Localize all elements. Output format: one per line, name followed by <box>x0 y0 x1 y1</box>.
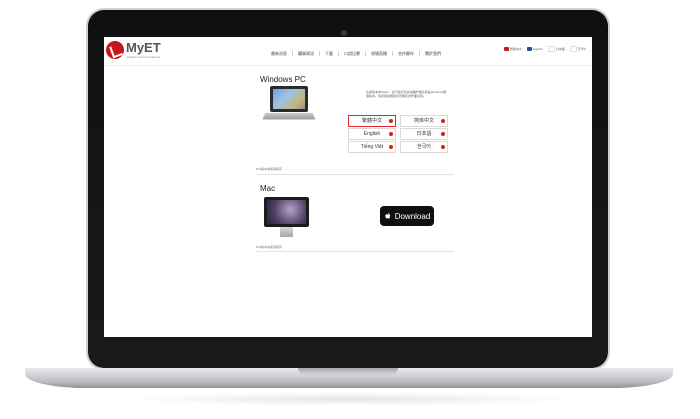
download-label: Download <box>394 211 431 221</box>
nav-item-partners[interactable]: 合作夥伴 <box>393 51 420 56</box>
mac-computer-image <box>264 197 309 239</box>
download-simplified-chinese-button[interactable]: 简体中文 <box>400 115 448 127</box>
laptop-image-base <box>262 112 316 120</box>
nav-item-live[interactable]: 現場直播 <box>366 51 393 56</box>
windows-section-title: Windows PC <box>260 75 306 84</box>
windows-note: DIS版本為使用程序 <box>256 167 283 171</box>
download-arrow-icon <box>441 119 445 123</box>
download-arrow-icon <box>441 132 445 136</box>
top-nav: 最新消息 購買資訊 下載 口說比賽 現場直播 合作夥伴 關於我們 <box>266 51 446 56</box>
lang-option[interactable]: 日本語 <box>547 46 565 52</box>
download-arrow-icon <box>389 145 393 149</box>
mac-section-title: Mac <box>260 184 276 193</box>
download-button-label: 繁體中文 <box>361 118 382 124</box>
lang-option[interactable]: English <box>526 47 543 51</box>
windows-laptop-image <box>262 86 316 123</box>
laptop-image-screen <box>270 86 308 112</box>
nav-item-download[interactable]: 下載 <box>320 51 339 56</box>
download-korean-button[interactable]: 한국어 <box>400 141 448 153</box>
logo-text: MyET <box>126 40 161 55</box>
section-divider <box>256 174 454 175</box>
download-english-button[interactable]: English <box>348 128 396 140</box>
windows-description: 在各版本的MyET，如不確定您的電腦作業系統是Windows哪個版本，請參閱說明… <box>366 90 447 98</box>
logo-tagline: English Communications <box>127 55 161 59</box>
laptop-screen: MyET English Communications 最新消息 購買資訊 下載… <box>104 37 592 337</box>
download-button-label: 日本語 <box>416 131 432 137</box>
language-switcher: 繁體中文 English 日本語 한국어 <box>503 46 586 52</box>
download-traditional-chinese-button[interactable]: 繁體中文 <box>348 115 396 127</box>
nav-item-news[interactable]: 最新消息 <box>266 51 293 56</box>
flag-icon <box>503 47 509 51</box>
section-divider <box>256 251 454 252</box>
flag-icon <box>526 47 532 51</box>
camera-dot <box>341 30 347 36</box>
download-vietnamese-button[interactable]: Tiếng Việt <box>348 141 396 153</box>
lang-label: English <box>532 47 543 51</box>
flag-icon <box>547 46 555 52</box>
nav-item-contest[interactable]: 口說比賽 <box>339 51 366 56</box>
flag-icon <box>569 46 577 52</box>
lang-label: 繁體中文 <box>509 47 522 51</box>
laptop-shadow <box>120 392 580 406</box>
download-button-label: 한국어 <box>417 144 431 150</box>
lang-option[interactable]: 한국어 <box>569 46 586 52</box>
download-arrow-icon <box>441 145 445 149</box>
download-button-label: English <box>363 131 381 137</box>
download-japanese-button[interactable]: 日本語 <box>400 128 448 140</box>
mac-image-stand <box>280 227 293 237</box>
mac-download-button[interactable]: Download <box>380 206 434 226</box>
mac-image-screen <box>264 197 309 227</box>
download-arrow-icon <box>389 132 393 136</box>
lang-label: 日本語 <box>555 47 565 51</box>
lang-label: 한국어 <box>577 47 586 51</box>
download-button-label: 简体中文 <box>413 118 434 124</box>
apple-icon <box>385 212 391 219</box>
download-button-label: Tiếng Việt <box>360 144 384 150</box>
nav-item-purchase[interactable]: 購買資訊 <box>293 51 320 56</box>
site-header: MyET English Communications 最新消息 購買資訊 下載… <box>104 37 592 66</box>
download-arrow-icon <box>389 119 393 123</box>
laptop-notch <box>298 368 398 374</box>
nav-item-about[interactable]: 關於我們 <box>420 51 446 56</box>
logo-icon <box>106 41 124 59</box>
lang-option[interactable]: 繁體中文 <box>503 47 522 51</box>
mac-note: DIS版本為使用程序 <box>256 245 283 249</box>
